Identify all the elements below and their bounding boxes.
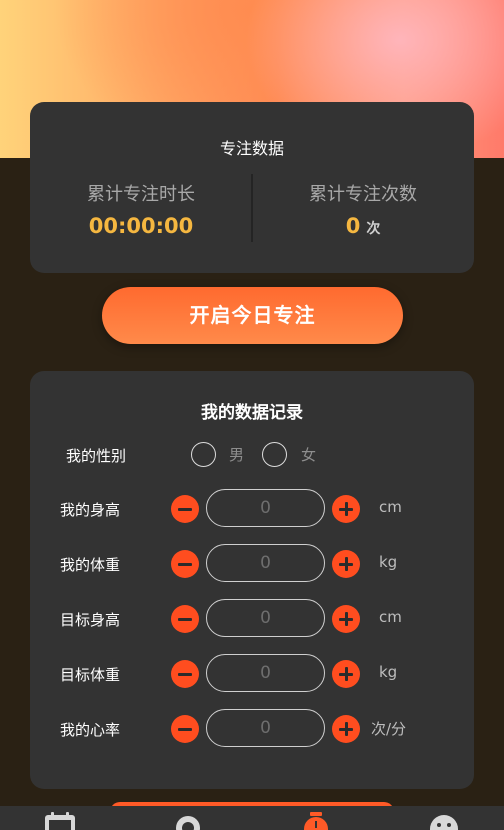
height-input[interactable]: 0 — [206, 489, 325, 527]
gender-female-radio[interactable] — [262, 442, 287, 467]
my-records-card: 我的数据记录 我的性别 男 女 我的身高 0 cm 我的体重 0 kg 目标身高… — [30, 371, 474, 789]
gender-female-label[interactable]: 女 — [301, 444, 316, 465]
total-time-label: 累计专注时长 — [87, 184, 195, 205]
minus-icon — [178, 727, 192, 731]
total-count-unit: 次 — [366, 221, 381, 237]
weight-increment-button[interactable] — [332, 550, 360, 578]
total-count-value-wrap: 0次 — [252, 214, 474, 238]
target-height-decrement-button[interactable] — [171, 605, 199, 633]
heart-rate-label: 我的心率 — [60, 721, 121, 739]
height-row: 我的身高 0 cm — [30, 489, 474, 529]
minus-icon — [178, 617, 192, 621]
heart-rate-decrement-button[interactable] — [171, 715, 199, 743]
target-height-unit: cm — [379, 608, 402, 626]
height-decrement-button[interactable] — [171, 495, 199, 523]
weight-label: 我的体重 — [60, 556, 121, 574]
focus-stats-card: 专注数据 累计专注时长 00:00:00 累计专注次数 0次 — [30, 102, 474, 273]
target-weight-input[interactable]: 0 — [206, 654, 325, 692]
calendar-icon[interactable] — [44, 812, 76, 830]
target-weight-row: 目标体重 0 kg — [30, 654, 474, 694]
minus-icon — [178, 672, 192, 676]
total-time-value: 00:00:00 — [88, 214, 194, 238]
face-icon[interactable] — [428, 812, 460, 830]
heart-rate-unit: 次/分 — [371, 720, 407, 738]
sun-icon[interactable] — [172, 812, 204, 830]
weight-row: 我的体重 0 kg — [30, 544, 474, 584]
total-count-stat: 累计专注次数 0次 — [252, 180, 474, 238]
target-weight-increment-button[interactable] — [332, 660, 360, 688]
minus-icon — [178, 507, 192, 511]
height-label: 我的身高 — [60, 501, 121, 519]
heart-rate-row: 我的心率 0 次/分 — [30, 709, 474, 749]
total-time-stat: 累计专注时长 00:00:00 — [30, 180, 252, 238]
gender-male-label[interactable]: 男 — [229, 444, 244, 465]
stopwatch-icon[interactable] — [300, 812, 332, 830]
start-focus-button[interactable]: 开启今日专注 — [102, 287, 403, 344]
bottom-tab-bar — [0, 806, 504, 830]
heart-rate-input[interactable]: 0 — [206, 709, 325, 747]
target-weight-unit: kg — [379, 663, 398, 681]
heart-rate-increment-button[interactable] — [332, 715, 360, 743]
records-title: 我的数据记录 — [201, 403, 303, 423]
target-height-input[interactable]: 0 — [206, 599, 325, 637]
stats-title: 专注数据 — [219, 139, 284, 158]
target-height-row: 目标身高 0 cm — [30, 599, 474, 639]
target-weight-decrement-button[interactable] — [171, 660, 199, 688]
weight-unit: kg — [379, 553, 398, 571]
weight-input[interactable]: 0 — [206, 544, 325, 582]
height-unit: cm — [379, 498, 402, 516]
target-weight-label: 目标体重 — [60, 666, 121, 684]
gender-label: 我的性别 — [66, 447, 127, 465]
weight-decrement-button[interactable] — [171, 550, 199, 578]
total-count-value: 0 — [345, 214, 361, 238]
target-height-increment-button[interactable] — [332, 605, 360, 633]
height-increment-button[interactable] — [332, 495, 360, 523]
target-height-label: 目标身高 — [60, 611, 121, 629]
minus-icon — [178, 562, 192, 566]
gender-row: 我的性别 男 女 — [30, 439, 474, 471]
total-count-label: 累计专注次数 — [309, 184, 417, 205]
gender-male-radio[interactable] — [191, 442, 216, 467]
